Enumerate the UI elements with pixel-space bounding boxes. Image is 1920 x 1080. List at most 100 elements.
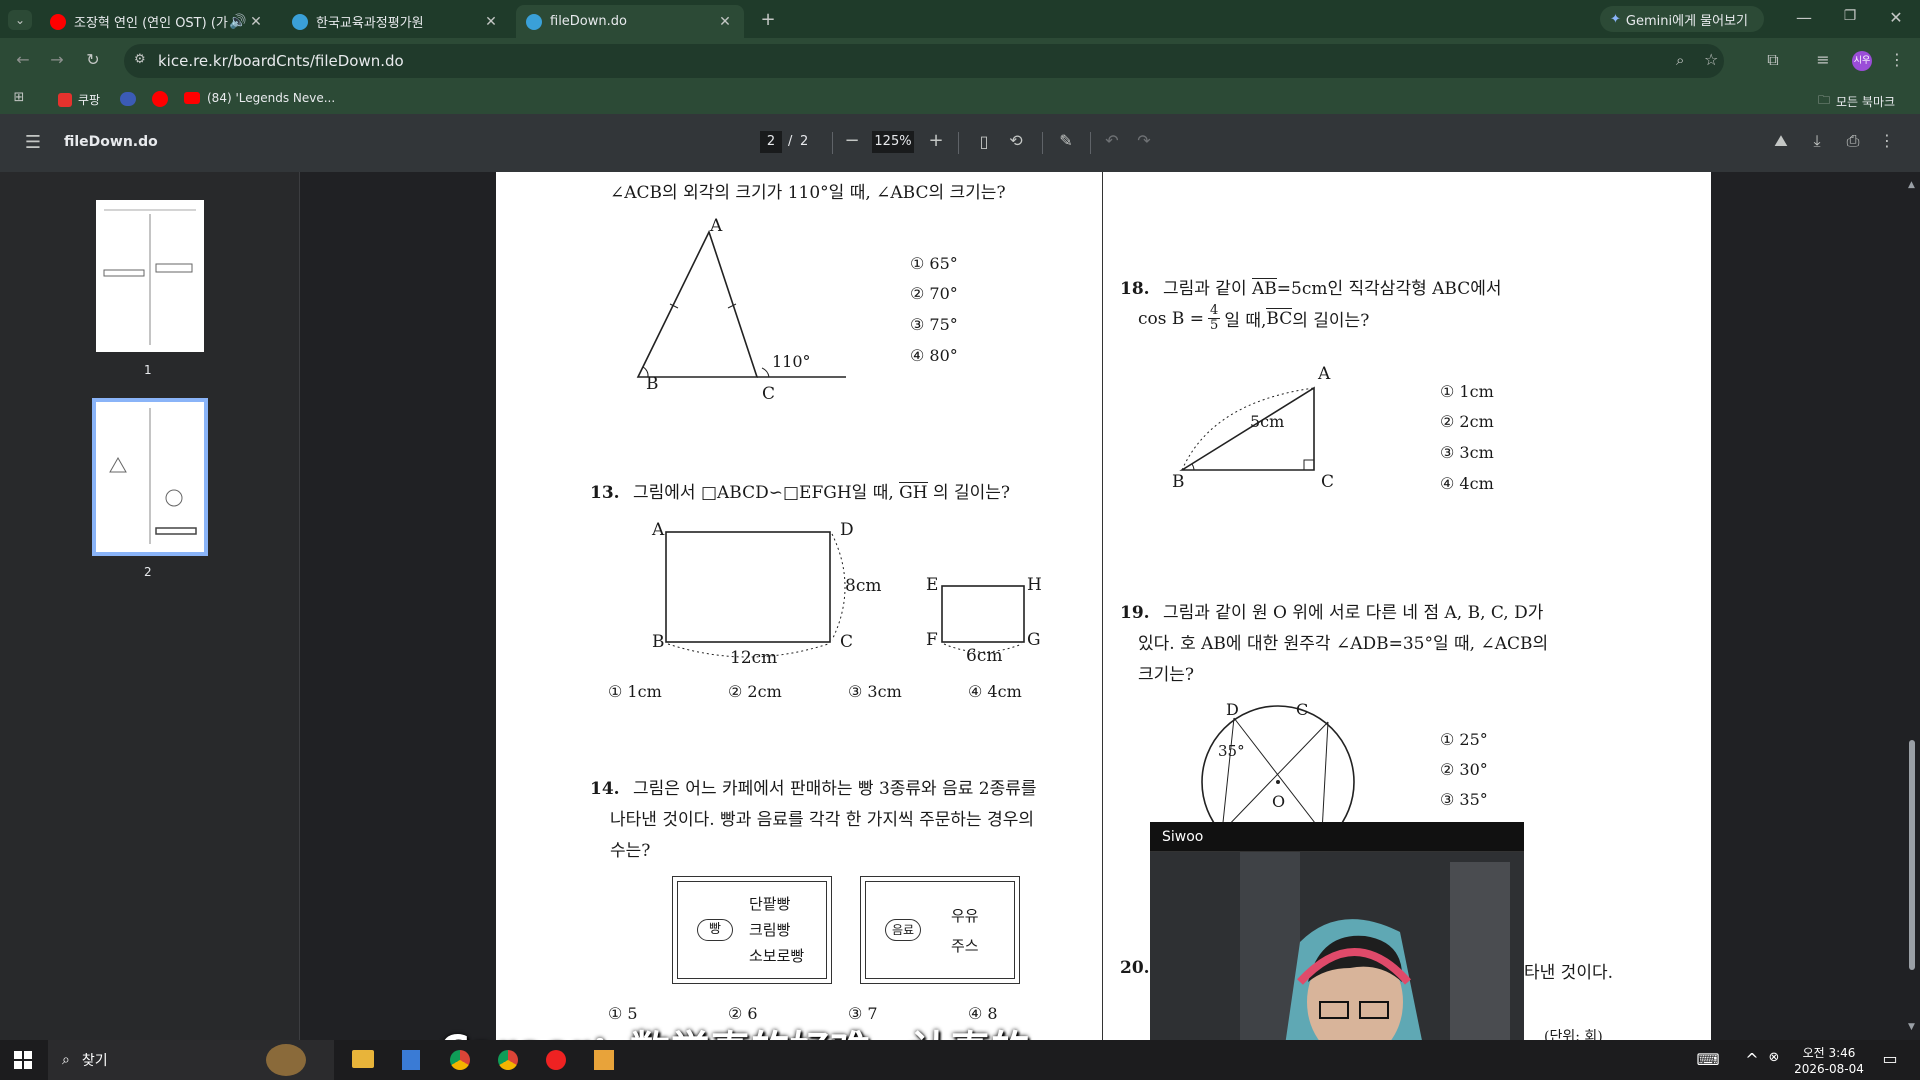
download-icon[interactable]: ⤓	[1806, 131, 1828, 151]
redo-icon[interactable]: ↷	[1134, 131, 1154, 150]
window-close-icon[interactable]: ✕	[1884, 8, 1908, 27]
q14-bread-item: 크림빵	[749, 921, 791, 939]
close-icon[interactable]: ✕	[247, 14, 265, 30]
bookmark-coupang[interactable]: 쿠팡	[58, 91, 100, 108]
scrollbar-thumb[interactable]	[1909, 740, 1915, 970]
gemini-button[interactable]: ✦ Gemini에게 물어보기	[1600, 6, 1764, 32]
webcam-name-bar: Siwoo	[1150, 822, 1524, 852]
thumbnail-sidebar: 1 2	[0, 172, 300, 1040]
drive-upload-icon[interactable]: ⛰	[1770, 131, 1792, 151]
tab-filedown[interactable]: fileDown.do ✕	[516, 5, 744, 38]
zoom-icon[interactable]: ⌕	[1676, 51, 1684, 69]
q13-stem: 13. 그림에서 □ABCD∽□EFGH일 때, GH 의 길이는?	[590, 482, 1011, 503]
q19-line2: 있다. 호 AB에 대한 원주각 ∠ADB=35°일 때, ∠ACB의	[1138, 634, 1549, 654]
q18-line1: 18. 그림과 같이 AB=5cm인 직각삼각형 ABC에서	[1120, 278, 1502, 299]
undo-icon[interactable]: ↶	[1102, 131, 1122, 150]
bookmark-star-icon[interactable]: ☆	[1704, 50, 1718, 69]
page-number-input[interactable]: 2	[760, 131, 782, 153]
q14-bread-menu: 빵 단팥빵 크림빵 소보로빵	[672, 876, 832, 984]
file-explorer-icon[interactable]	[352, 1050, 374, 1068]
q13-label-e: E	[926, 575, 939, 595]
chrome-icon[interactable]	[450, 1050, 470, 1070]
thumbnail-page-1[interactable]	[96, 200, 204, 352]
minimize-icon[interactable]: —	[1792, 8, 1816, 27]
thumbnail-label: 1	[144, 363, 152, 377]
new-tab-icon[interactable]: +	[758, 9, 778, 30]
tray-expand-icon[interactable]: ^	[1744, 1050, 1760, 1069]
q13-option: ③ 3cm	[848, 682, 902, 701]
q12-option: ② 70°	[910, 284, 958, 303]
rotate-icon[interactable]: ⟲	[1006, 131, 1026, 150]
notification-icon[interactable]: ▭	[1880, 1049, 1900, 1068]
q13-label-side3: 6cm	[966, 646, 1003, 666]
forward-icon[interactable]: →	[46, 50, 68, 69]
chrome-icon[interactable]	[498, 1050, 518, 1070]
tab-kice[interactable]: 한국교육과정평가원 ✕	[282, 5, 510, 38]
q19-label-angle: 35°	[1218, 742, 1245, 760]
q20-number: 20.	[1120, 958, 1150, 978]
zoom-in-icon[interactable]: +	[926, 130, 946, 151]
zoom-out-icon[interactable]: −	[842, 130, 862, 151]
more-icon[interactable]: ⋮	[1878, 131, 1896, 150]
apps-grid-icon[interactable]: ⊞	[10, 90, 28, 105]
page-scrollbar[interactable]: ▲ ▼	[1908, 180, 1916, 1032]
back-icon[interactable]: ←	[12, 50, 34, 69]
q13-label-b: B	[652, 632, 665, 652]
clock-time[interactable]: 오전 3:46	[1796, 1044, 1862, 1061]
extensions-icon[interactable]: ⧉	[1762, 50, 1784, 70]
q18-option: ③ 3cm	[1440, 443, 1494, 462]
url-text: kice.re.kr/boardCnts/fileDown.do	[158, 52, 404, 70]
print-icon[interactable]: ⎙	[1842, 131, 1864, 151]
youtube-music-icon[interactable]	[152, 91, 168, 107]
zoom-input[interactable]: 125%	[872, 131, 914, 153]
q12-option: ④ 80°	[910, 346, 958, 365]
restore-icon[interactable]: ❐	[1838, 8, 1862, 24]
q13-option: ② 2cm	[728, 682, 782, 701]
q12-label-b: B	[646, 374, 659, 394]
keyboard-icon[interactable]: ⌨	[1696, 1050, 1720, 1069]
menu-icon[interactable]: ⋮	[1888, 50, 1906, 69]
q20-unit: (단위: 회)	[1544, 1029, 1603, 1040]
bookmark-icon-generic[interactable]	[120, 92, 136, 106]
thumbnail-page-2[interactable]	[92, 398, 208, 556]
page-total: 2	[800, 134, 809, 149]
close-icon[interactable]: ✕	[482, 14, 500, 30]
media-icon[interactable]: ≡	[1812, 50, 1834, 69]
q14-line1: 14. 그림은 어느 카페에서 판매하는 빵 3종류와 음료 2종류를	[590, 779, 1037, 799]
scroll-down-icon[interactable]: ▼	[1908, 1022, 1915, 1032]
sidebar-menu-icon[interactable]: ☰	[22, 132, 44, 153]
tab-search-icon[interactable]: ⌄	[8, 10, 32, 30]
column-divider	[1102, 172, 1103, 1040]
app-icon[interactable]	[594, 1050, 614, 1070]
scroll-up-icon[interactable]: ▲	[1908, 180, 1915, 190]
youtube-app-icon[interactable]	[546, 1050, 566, 1070]
app-icon[interactable]	[402, 1050, 420, 1070]
audio-icon[interactable]: 🔊	[229, 14, 247, 30]
network-icon[interactable]: ⊗	[1766, 1050, 1782, 1065]
reload-icon[interactable]: ↻	[82, 50, 104, 69]
q18-label-c: C	[1321, 472, 1335, 492]
bookmark-youtube[interactable]: (84) 'Legends Neve...	[184, 91, 335, 105]
clock-date[interactable]: 2026-08-04	[1792, 1062, 1866, 1076]
q13-label-d: D	[840, 520, 854, 540]
fit-page-icon[interactable]: ▯	[974, 132, 994, 151]
q12-label-c: C	[762, 384, 776, 404]
annotate-icon[interactable]: ✎	[1056, 131, 1076, 150]
all-bookmarks[interactable]: 🗀 모든 북마크	[1818, 91, 1895, 112]
q13-label-a: A	[652, 520, 665, 540]
windows-taskbar: ⌕ 찾기 ⌨ ^ ⊗ 오전 3:46 2026-08-04 ▭	[0, 1040, 1920, 1080]
site-info-icon[interactable]: ⚙	[134, 52, 146, 67]
q13-label-side2: 12cm	[730, 648, 778, 668]
close-icon[interactable]: ✕	[716, 14, 734, 30]
q18-right-triangle-figure	[1179, 386, 1315, 471]
windows-start-icon[interactable]	[14, 1051, 32, 1069]
q18-label-b: B	[1172, 472, 1185, 492]
taskbar-search[interactable]: ⌕ 찾기	[48, 1040, 334, 1080]
thumbnail-label: 2	[144, 565, 152, 579]
tab-music[interactable]: 조장혁 연인 (연인 OST) (가 🔊 ✕	[40, 5, 275, 38]
url-field[interactable]: ⚙ kice.re.kr/boardCnts/fileDown.do ⌕ ☆	[124, 44, 1724, 78]
profile-avatar[interactable]: 시우	[1852, 51, 1872, 71]
tab-bar: ⌄ 조장혁 연인 (연인 OST) (가 🔊 ✕ 한국교육과정평가원 ✕ fil…	[0, 0, 1920, 38]
q14-drink-item: 주스	[951, 937, 979, 955]
webcam-name: Siwoo	[1162, 829, 1204, 845]
